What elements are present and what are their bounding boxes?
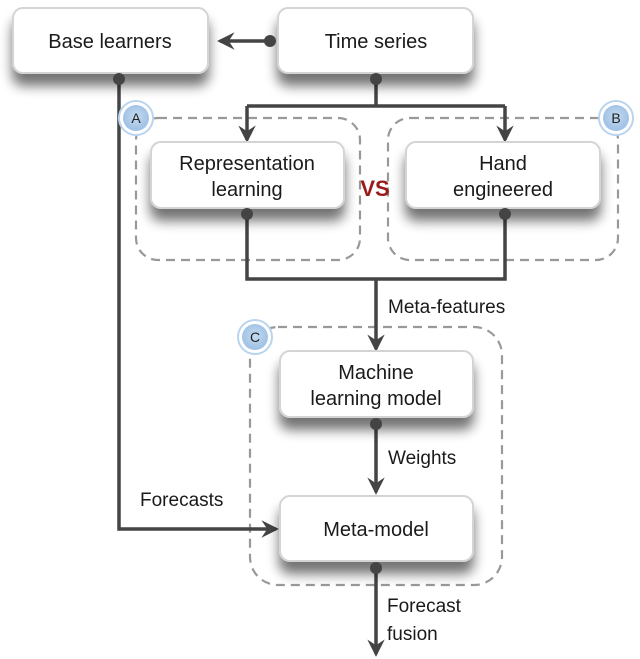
badge-a-label: A — [131, 110, 141, 126]
edges — [117, 32, 514, 657]
edge-label-weights: Weights — [388, 448, 456, 469]
node-representation-learning-line1: Representation — [179, 153, 315, 175]
badge-c: C — [237, 319, 273, 355]
badge-c-label: C — [250, 329, 260, 345]
node-time-series[interactable]: Time series — [277, 7, 474, 74]
connector-dot-icon — [241, 208, 253, 220]
connector-dot-icon — [499, 208, 511, 220]
node-hand-engineered[interactable]: Hand engineered — [405, 141, 601, 209]
badge-b-label: B — [611, 110, 620, 126]
node-meta-model-label: Meta-model — [323, 519, 429, 541]
badge-b: B — [598, 100, 634, 136]
connector-dot-icon — [370, 562, 382, 574]
edge-merge-meta-features — [245, 214, 507, 281]
node-representation-learning[interactable]: Representation learning — [150, 141, 345, 209]
node-ml-model-line2: learning model — [310, 388, 441, 410]
node-hand-engineered-line1: Hand — [479, 153, 527, 175]
edge-label-forecasts: Forecasts — [140, 490, 223, 511]
edge-label-forecast-fusion-line2: fusion — [387, 624, 438, 645]
connector-dot-icon — [370, 73, 382, 85]
badge-a: A — [118, 100, 154, 136]
node-machine-learning-model[interactable]: Machine learning model — [279, 350, 474, 418]
node-base-learners[interactable]: Base learners — [12, 7, 209, 74]
node-meta-model[interactable]: Meta-model — [279, 495, 474, 562]
connector-dot-icon — [370, 418, 382, 430]
node-representation-learning-line2: learning — [211, 179, 282, 201]
node-time-series-label: Time series — [325, 31, 428, 53]
node-base-learners-label: Base learners — [48, 31, 171, 53]
edge-label-meta-features: Meta-features — [388, 297, 505, 318]
vs-label: VS — [360, 176, 389, 201]
connector-dot-icon — [113, 73, 125, 85]
node-ml-model-line1: Machine — [338, 362, 414, 384]
diagram-canvas: Base learners Time series Representation… — [12, 7, 634, 657]
edge-label-forecast-fusion-line1: Forecast — [387, 596, 462, 617]
connector-dot-icon — [264, 35, 276, 47]
node-hand-engineered-line2: engineered — [453, 179, 553, 201]
